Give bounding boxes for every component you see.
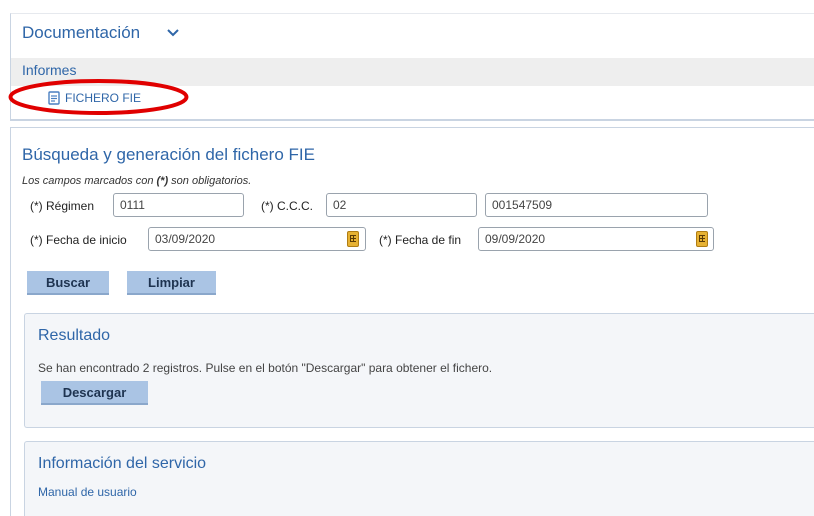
search-button[interactable]: Buscar [27,271,109,295]
fecha-inicio-label: (*) Fecha de inicio [30,233,127,247]
ccc-prefix-input[interactable]: 02 [326,193,477,217]
chevron-down-icon[interactable] [166,28,180,38]
mandatory-note-prefix: Los campos marcados con [22,175,157,187]
clear-button[interactable]: Limpiar [127,271,216,295]
service-info-title: Información del servicio [38,455,207,472]
regimen-input[interactable]: 0111 [113,193,244,217]
regimen-label: (*) Régimen [30,199,95,213]
highlight-annotation [8,79,189,115]
download-button[interactable]: Descargar [41,381,148,405]
informes-section-title: Informes [22,62,77,78]
result-message: Se han encontrado 2 registros. Pulse en … [38,361,493,375]
fecha-inicio-input[interactable]: 03/09/2020 [148,227,366,251]
documentation-title: Documentación [22,23,141,42]
fecha-fin-label: (*) Fecha de fin [379,233,462,247]
documentation-toggle[interactable]: Documentación [22,23,140,43]
service-info-panel [24,441,814,516]
user-manual-link[interactable]: Manual de usuario [38,485,137,499]
mandatory-note-suffix: son obligatorios. [168,175,252,187]
search-title: Búsqueda y generación del fichero FIE [22,145,315,164]
mandatory-note: Los campos marcados con (*) son obligato… [22,175,251,187]
calendar-icon[interactable] [696,231,708,247]
fecha-fin-input[interactable]: 09/09/2020 [478,227,714,251]
mandatory-marker: (*) [156,175,169,187]
result-title: Resultado [38,327,111,344]
ccc-label: (*) C.C.C. [261,199,313,213]
ccc-number-input[interactable]: 001547509 [485,193,708,217]
calendar-icon[interactable] [347,231,359,247]
